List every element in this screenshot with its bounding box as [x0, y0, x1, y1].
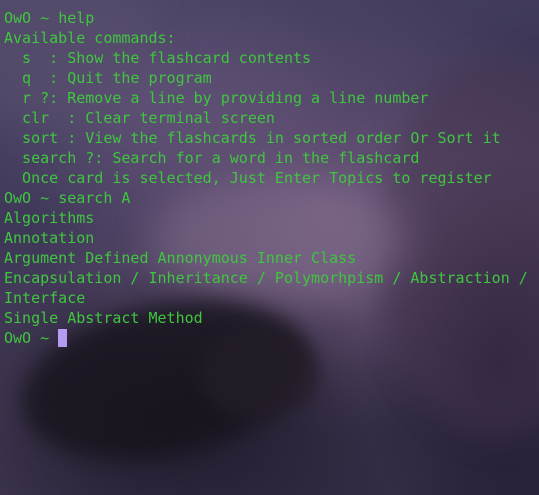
- shell-prompt: OwO ~: [4, 9, 59, 27]
- output-line: q : Quit the program: [4, 69, 212, 87]
- command-line: OwO ~ help: [4, 8, 539, 28]
- output-line: Single Abstract Method: [4, 309, 203, 327]
- output-line: r ?: Remove a line by providing a line n…: [4, 89, 429, 107]
- output-line: Interface: [4, 289, 86, 307]
- text-cursor: [58, 329, 68, 347]
- shell-prompt: OwO ~: [4, 189, 59, 207]
- output-line: Algorithms: [4, 209, 95, 227]
- entered-command: search A: [58, 189, 131, 207]
- output-line: search ?: Search for a word in the flash…: [4, 149, 420, 167]
- output-line: Encapsulation / Inheritance / Polymorhpi…: [4, 269, 528, 287]
- output-line: Argument Defined Annonymous Inner Class: [4, 249, 357, 267]
- output-line: Available commands:: [4, 29, 176, 47]
- terminal-output: OwO ~ help Available commands: s : Show t…: [4, 8, 539, 348]
- shell-prompt: OwO ~: [4, 329, 59, 347]
- entered-command: help: [58, 9, 95, 27]
- output-line: Annotation: [4, 229, 95, 247]
- output-line: sort : View the flashcards in sorted ord…: [4, 129, 501, 147]
- output-line: s : Show the flashcard contents: [4, 49, 312, 67]
- output-line: Once card is selected, Just Enter Topics…: [4, 169, 492, 187]
- active-command-line[interactable]: OwO ~: [4, 328, 539, 348]
- terminal-window[interactable]: OwO ~ help Available commands: s : Show t…: [0, 0, 539, 495]
- output-line: clr : Clear terminal screen: [4, 109, 275, 127]
- command-line: OwO ~ search A: [4, 188, 539, 208]
